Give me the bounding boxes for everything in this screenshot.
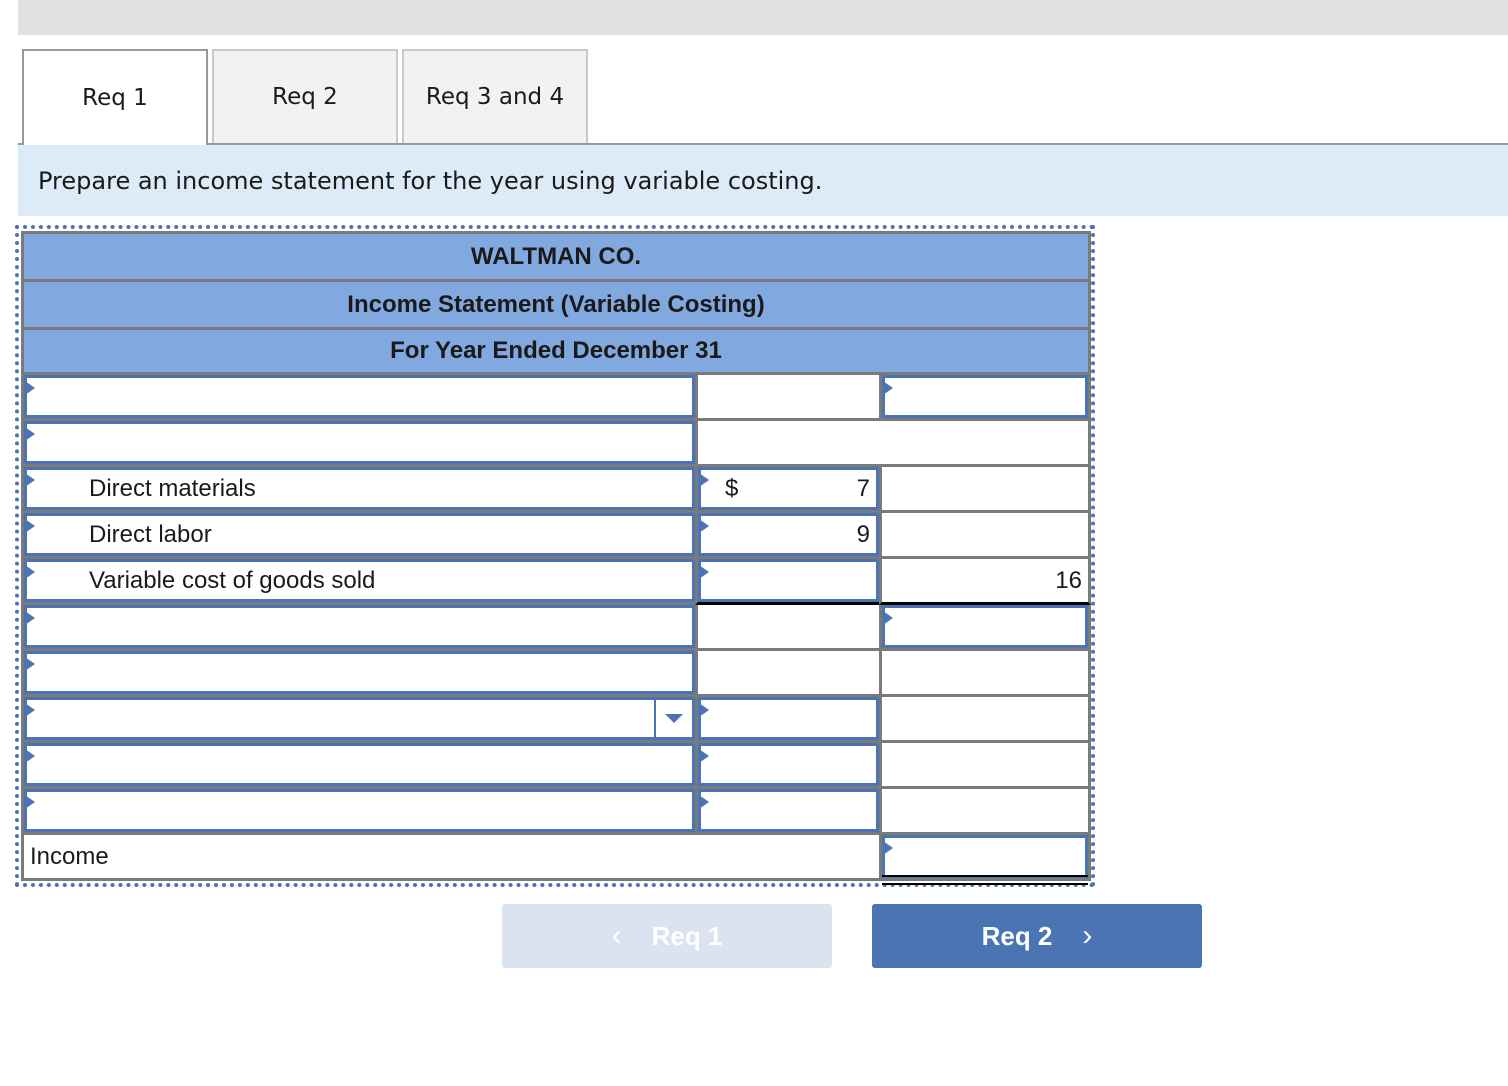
amount-cell bbox=[695, 375, 879, 421]
dropdown-button[interactable] bbox=[654, 700, 692, 737]
total-cell: 16 bbox=[879, 559, 1091, 605]
tab-label: Req 1 bbox=[82, 85, 148, 111]
income-label-cell: Income bbox=[21, 835, 879, 881]
tab-req-1[interactable]: Req 1 bbox=[22, 49, 208, 145]
company-name: WALTMAN CO. bbox=[21, 231, 1091, 279]
label-input[interactable]: Direct materials bbox=[24, 467, 695, 510]
input-flag-icon bbox=[25, 657, 35, 671]
label-input[interactable] bbox=[24, 375, 695, 418]
next-req-label: Req 2 bbox=[981, 920, 1053, 951]
amount-input[interactable]: $7 bbox=[698, 467, 879, 510]
income-input[interactable] bbox=[882, 835, 1088, 878]
table-row bbox=[21, 421, 1091, 467]
table-row bbox=[21, 789, 1091, 835]
input-flag-icon bbox=[699, 749, 709, 763]
label-input[interactable]: Variable cost of goods sold bbox=[24, 559, 695, 602]
input-flag-icon bbox=[699, 795, 709, 809]
input-flag-icon bbox=[883, 841, 893, 855]
input-flag-icon bbox=[25, 703, 35, 717]
input-flag-icon bbox=[699, 519, 709, 533]
table-row: Direct labor 9 bbox=[21, 513, 1091, 559]
input-flag-icon bbox=[25, 381, 35, 395]
label-input[interactable] bbox=[24, 743, 695, 786]
income-label: Income bbox=[30, 842, 109, 870]
table-row bbox=[21, 605, 1091, 651]
statement-period: For Year Ended December 31 bbox=[21, 327, 1091, 375]
label-input[interactable]: Direct labor bbox=[24, 513, 695, 556]
amount-cell bbox=[695, 651, 879, 697]
table-row bbox=[21, 651, 1091, 697]
tab-req-3-and-4[interactable]: Req 3 and 4 bbox=[402, 49, 588, 143]
input-flag-icon bbox=[883, 611, 893, 625]
currency-symbol: $ bbox=[725, 474, 739, 502]
total-cell bbox=[879, 651, 1091, 697]
input-flag-icon bbox=[25, 473, 35, 487]
total-input[interactable] bbox=[882, 375, 1088, 418]
instruction-text: Prepare an income statement for the year… bbox=[18, 145, 1508, 216]
input-flag-icon bbox=[25, 565, 35, 579]
statement-title: Income Statement (Variable Costing) bbox=[21, 279, 1091, 327]
tab-req-2[interactable]: Req 2 bbox=[212, 49, 398, 143]
input-flag-icon bbox=[699, 703, 709, 717]
chevron-right-icon: › bbox=[1082, 919, 1093, 952]
input-flag-icon bbox=[883, 381, 893, 395]
label-input[interactable] bbox=[24, 605, 695, 648]
tab-label: Req 3 and 4 bbox=[425, 84, 565, 110]
total-cell bbox=[879, 743, 1091, 789]
next-req-button[interactable]: Req 2 › bbox=[872, 904, 1202, 968]
total-input[interactable] bbox=[882, 605, 1088, 648]
table-row bbox=[21, 375, 1091, 421]
prev-req-label: Req 1 bbox=[651, 920, 723, 951]
income-statement-worksheet: WALTMAN CO. Income Statement (Variable C… bbox=[15, 225, 1095, 887]
label-input[interactable] bbox=[24, 421, 695, 464]
input-flag-icon bbox=[25, 611, 35, 625]
total-cell bbox=[879, 467, 1091, 513]
label-input[interactable] bbox=[24, 651, 695, 694]
input-flag-icon bbox=[699, 473, 709, 487]
input-flag-icon bbox=[25, 795, 35, 809]
input-flag-icon bbox=[25, 749, 35, 763]
total-cell bbox=[879, 513, 1091, 559]
total-cell bbox=[879, 789, 1091, 835]
input-flag-icon bbox=[25, 427, 35, 441]
label-input[interactable] bbox=[24, 789, 695, 832]
table-row bbox=[21, 743, 1091, 789]
amount-cell bbox=[695, 605, 879, 651]
chevron-left-icon: ‹ bbox=[611, 919, 622, 952]
income-row: Income bbox=[21, 835, 1091, 885]
amount-cell bbox=[695, 421, 1091, 467]
chevron-down-icon bbox=[665, 714, 683, 723]
total-cell bbox=[879, 697, 1091, 743]
input-flag-icon bbox=[25, 519, 35, 533]
table-row bbox=[21, 697, 1091, 743]
top-bar bbox=[18, 0, 1508, 35]
amount-input[interactable] bbox=[698, 789, 879, 832]
amount-input[interactable] bbox=[698, 697, 879, 740]
prev-req-button[interactable]: ‹ Req 1 bbox=[502, 904, 832, 968]
amount-input[interactable]: 9 bbox=[698, 513, 879, 556]
tab-label: Req 2 bbox=[272, 84, 338, 110]
tab-bar: Req 1 Req 2 Req 3 and 4 bbox=[18, 49, 1508, 145]
amount-input[interactable] bbox=[698, 743, 879, 786]
amount-input[interactable] bbox=[698, 559, 879, 602]
table-row: Variable cost of goods sold 16 bbox=[21, 559, 1091, 605]
label-dropdown[interactable] bbox=[24, 697, 695, 740]
table-row: Direct materials $7 bbox=[21, 467, 1091, 513]
input-flag-icon bbox=[699, 565, 709, 579]
